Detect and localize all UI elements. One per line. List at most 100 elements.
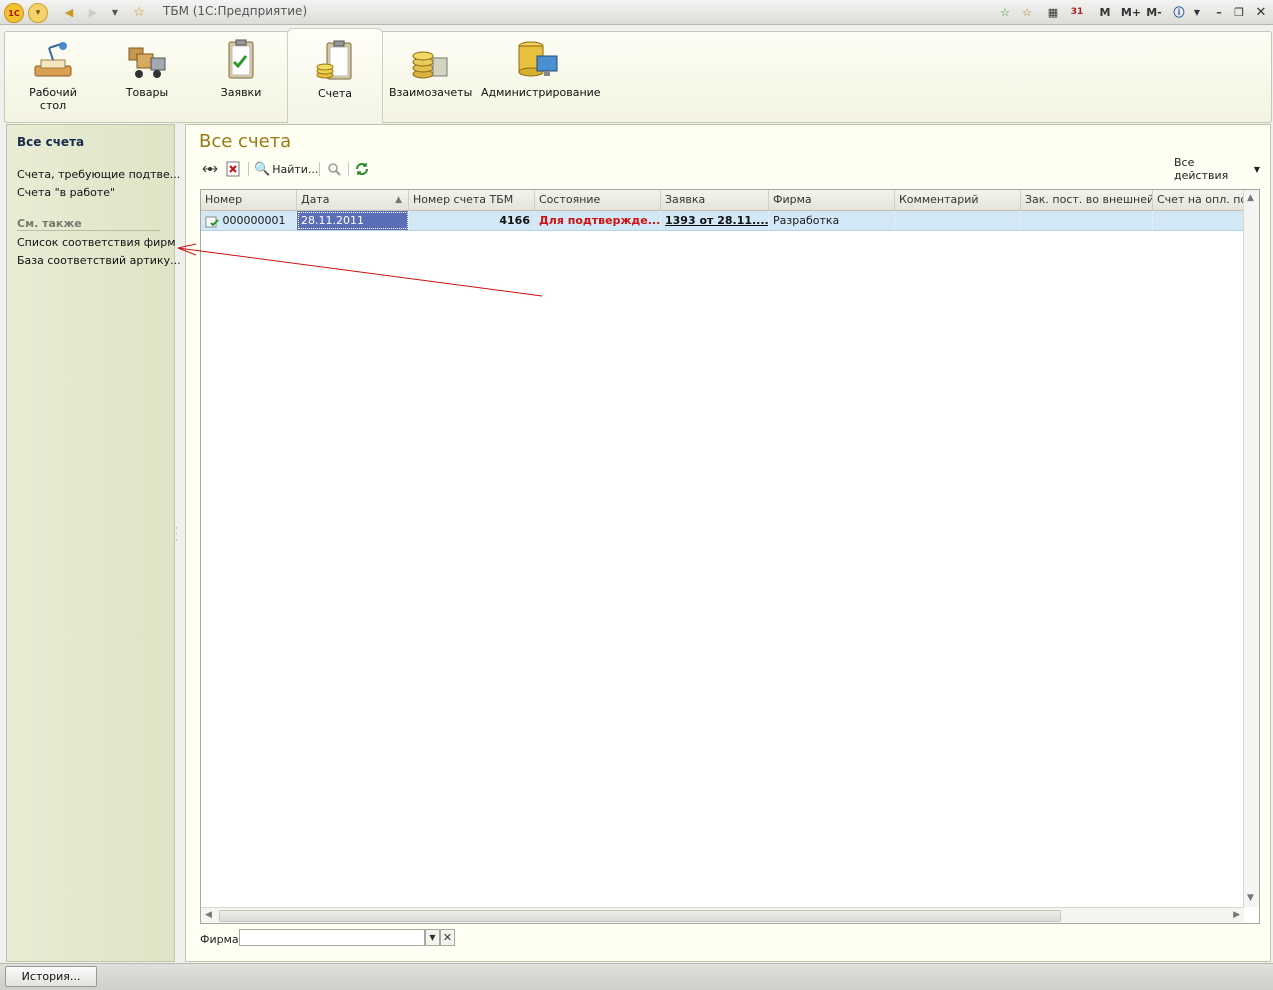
refresh-icon[interactable] (352, 160, 372, 178)
column-header-firm[interactable]: Фирма (769, 190, 895, 210)
cell-number-value: 000000001 (222, 214, 286, 227)
forward-arrow-icon[interactable]: ▶ (84, 3, 102, 21)
add-favorite-icon[interactable]: ☆ (996, 3, 1014, 21)
minimize-icon[interactable]: – (1210, 3, 1228, 21)
all-actions-menu[interactable]: Все действия ▼ (1174, 156, 1260, 182)
title-bar: 1С ▾ ◀ ▶ ▼ ☆ ТБМ (1С:Предприятие) ☆ ☆ ▦ … (0, 0, 1273, 25)
scroll-left-icon[interactable]: ◀ (205, 910, 212, 920)
cell-date[interactable]: 28.11.2011 (297, 211, 409, 230)
info-icon[interactable]: ⓘ (1170, 3, 1188, 21)
column-header-state[interactable]: Состояние (535, 190, 661, 210)
close-icon[interactable]: ✕ (1252, 3, 1270, 21)
section-label: Администрирование (481, 86, 601, 99)
history-dropdown-icon[interactable]: ▼ (106, 3, 124, 21)
column-header-supplier-invoice[interactable]: Счет на опл. пост... (1153, 190, 1244, 210)
find-label: Найти... (272, 162, 319, 176)
section-administration[interactable]: Администрирование (481, 32, 601, 122)
cell-ext-order[interactable] (1021, 211, 1153, 230)
database-monitor-icon (515, 38, 559, 82)
section-label: Рабочий стол (29, 86, 77, 112)
chevron-down-icon: ▼ (1253, 164, 1260, 174)
cancel-search-icon[interactable] (324, 160, 344, 178)
firm-clear-button[interactable]: ✕ (440, 929, 455, 946)
section-label: Товары (125, 86, 169, 99)
history-button[interactable]: История... (5, 966, 97, 987)
back-arrow-icon[interactable]: ◀ (60, 3, 78, 21)
nav-link-article-mapping-base[interactable]: База соответствий артику... (17, 254, 181, 267)
clipboard-coins-icon (313, 39, 357, 83)
toolbar-separator (248, 162, 249, 176)
section-invoices[interactable]: Счета (287, 28, 383, 123)
nav-current-all-invoices[interactable]: Все счета (17, 135, 84, 149)
1c-logo-icon[interactable]: 1С (4, 3, 24, 23)
panel-splitter[interactable]: · · · (175, 525, 179, 556)
status-bar: История... (0, 963, 1273, 990)
sort-asc-icon: ▲ (395, 195, 402, 205)
table-row[interactable]: 000000001 28.11.2011 4166 Для подтвержде… (201, 211, 1244, 231)
see-also-header: См. также (17, 217, 82, 230)
form-title: Все счета (199, 131, 292, 152)
section-settlements[interactable]: Взаимозачеты (389, 32, 473, 122)
main-menu-icon[interactable]: ▾ (28, 3, 48, 23)
nav-link-invoices-need-confirmation[interactable]: Счета, требующие подтве... (17, 168, 180, 181)
cell-firm[interactable]: Разработка (769, 211, 895, 230)
cell-comment[interactable] (895, 211, 1021, 230)
main-form: Все счета 🔍 Найти... Все действия ▼ Номе… (185, 124, 1271, 962)
cell-tbm-number[interactable]: 4166 (409, 211, 535, 230)
nav-divider (17, 230, 160, 231)
column-header-date[interactable]: Дата ▲ (297, 190, 409, 210)
column-header-request[interactable]: Заявка (661, 190, 769, 210)
column-header-date-label: Дата (301, 193, 330, 206)
memory-plus-button[interactable]: M+ (1120, 3, 1142, 21)
delete-mark-icon[interactable] (224, 160, 242, 178)
column-header-tbm-number[interactable]: Номер счета ТБМ (409, 190, 535, 210)
chevron-down-icon: ▼ (429, 933, 436, 942)
section-label: Заявки (220, 86, 262, 99)
memory-m-button[interactable]: M (1096, 3, 1114, 21)
favorites-star-icon[interactable]: ☆ (130, 3, 148, 21)
cell-number[interactable]: 000000001 (201, 211, 297, 230)
scroll-up-icon[interactable]: ▲ (1247, 193, 1254, 203)
coins-stack-icon (407, 38, 451, 82)
clear-x-icon: ✕ (442, 931, 453, 944)
navigation-panel: Все счета Счета, требующие подтве... Сче… (6, 124, 181, 962)
section-label: Взаимозачеты (389, 86, 473, 99)
toolbar-separator (319, 162, 320, 176)
column-header-number[interactable]: Номер (201, 190, 297, 210)
section-requests[interactable]: Заявки (209, 32, 273, 122)
info-dropdown-icon[interactable]: ▼ (1188, 3, 1206, 21)
restore-icon[interactable]: ❐ (1230, 3, 1248, 21)
document-posted-icon (205, 215, 219, 228)
toolbar-separator (348, 162, 349, 176)
favorite-link-icon[interactable]: ☆ (1018, 3, 1036, 21)
cell-supplier-invoice[interactable] (1153, 211, 1244, 230)
window-title: ТБМ (1С:Предприятие) (163, 4, 308, 18)
scroll-down-icon[interactable]: ▼ (1247, 893, 1254, 903)
horizontal-scrollbar[interactable]: ◀ ▶ (201, 907, 1244, 923)
find-button[interactable]: 🔍 Найти... (254, 160, 318, 178)
expand-columns-icon[interactable] (200, 160, 220, 178)
vertical-scrollbar[interactable]: ▲ ▼ (1243, 190, 1259, 907)
desk-lamp-icon (31, 38, 75, 82)
horizontal-scroll-thumb[interactable] (219, 910, 1061, 922)
cell-request-link[interactable]: 1393 от 28.11.... (661, 211, 769, 230)
firm-filter-input[interactable] (239, 929, 425, 946)
table-header: Номер Дата ▲ Номер счета ТБМ Состояние З… (201, 190, 1244, 211)
invoices-table: Номер Дата ▲ Номер счета ТБМ Состояние З… (200, 189, 1260, 924)
nav-link-firm-mapping-list[interactable]: Список соответствия фирм (17, 236, 176, 249)
nav-link-invoices-in-work[interactable]: Счета "в работе" (17, 186, 115, 199)
section-goods[interactable]: Товары (113, 32, 181, 122)
firm-filter-label: Фирма: (200, 933, 243, 946)
section-desktop[interactable]: Рабочий стол (13, 32, 93, 122)
column-header-ext-order[interactable]: Зак. пост. во внешней... (1021, 190, 1153, 210)
column-header-comment[interactable]: Комментарий (895, 190, 1021, 210)
clipboard-check-icon (219, 38, 263, 82)
calendar-icon[interactable]: 31 (1068, 3, 1086, 21)
scroll-right-icon[interactable]: ▶ (1233, 910, 1240, 920)
cell-state[interactable]: Для подтвержде... (535, 211, 661, 230)
firm-dropdown-button[interactable]: ▼ (425, 929, 440, 946)
all-actions-label: Все действия (1174, 156, 1229, 182)
calculator-icon[interactable]: ▦ (1044, 3, 1062, 21)
memory-minus-button[interactable]: M- (1144, 3, 1164, 21)
search-icon: 🔍 (254, 161, 271, 177)
